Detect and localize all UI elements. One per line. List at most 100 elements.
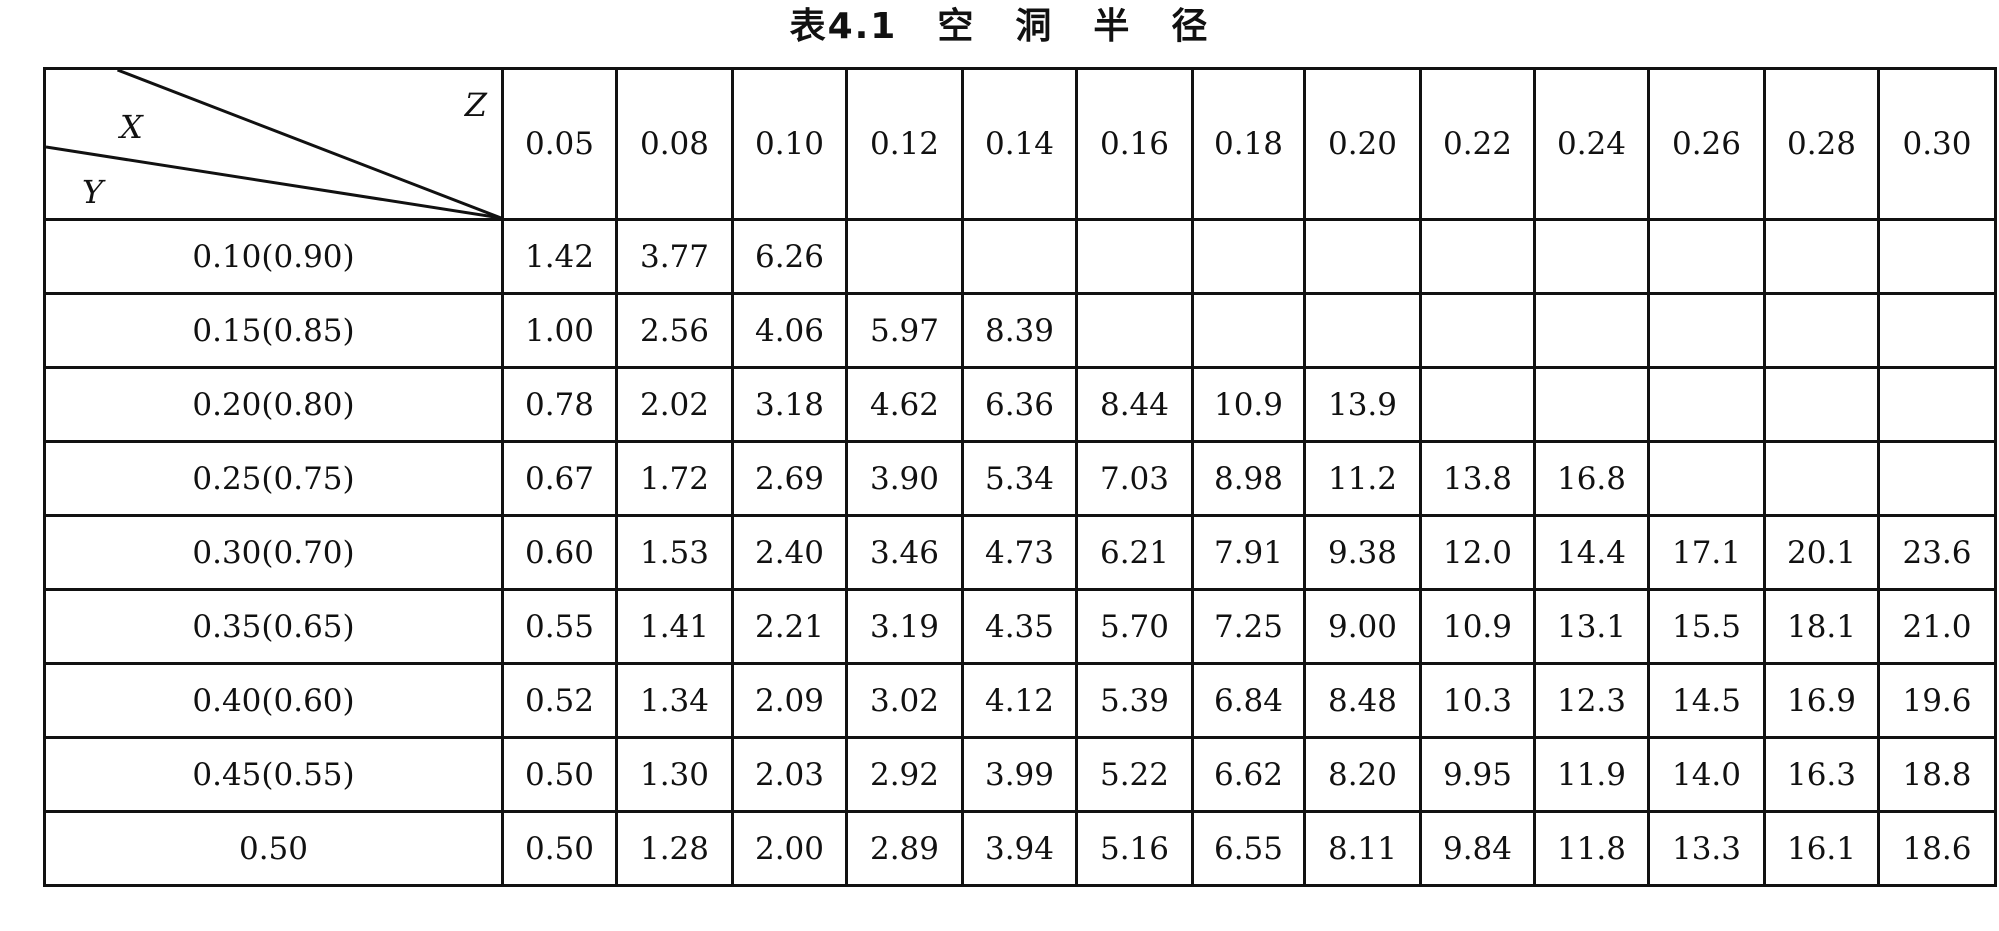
- column-header: 0.20: [1303, 67, 1422, 221]
- table-row: 0.40(0.60) 0.52 1.34 2.09 3.02 4.12 5.39 6.84 8.…: [43, 662, 1997, 739]
- table-cell: 9.00: [1303, 588, 1422, 665]
- table-cell: 0.50: [501, 736, 618, 813]
- table-cell: 8.39: [961, 292, 1078, 369]
- column-header: 0.14: [961, 67, 1078, 221]
- table-cell: 6.21: [1075, 514, 1194, 591]
- table-cell: 5.39: [1075, 662, 1194, 739]
- table-title: 表4.1 空洞半径: [0, 0, 1999, 58]
- z-axis-label: Z: [464, 86, 487, 124]
- column-header: 0.18: [1191, 67, 1306, 221]
- table-cell: 7.03: [1075, 440, 1194, 517]
- table-cell: 16.8: [1533, 440, 1650, 517]
- table-cell: 2.09: [731, 662, 848, 739]
- table-cell: [1075, 292, 1194, 369]
- table-cell: 1.00: [501, 292, 618, 369]
- table-row: 0.15(0.85) 1.00 2.56 4.06 5.97 8.39: [43, 292, 1997, 369]
- table-body: Z X Y 0.05 0.08 0.10 0.12 0.14 0.16 0.18 0.20 0.…: [43, 67, 1997, 887]
- table-cell: 16.3: [1763, 736, 1880, 813]
- column-header: 0.28: [1763, 67, 1880, 221]
- table-cell: 7.25: [1191, 588, 1306, 665]
- title-word: 径: [1171, 6, 1210, 47]
- table-cell: 15.5: [1647, 588, 1766, 665]
- table-cell: [1419, 218, 1536, 295]
- row-label: 0.20(0.80): [43, 366, 504, 443]
- row-label: 0.25(0.75): [43, 440, 504, 517]
- table-cell: 5.97: [845, 292, 964, 369]
- table-cell: 0.55: [501, 588, 618, 665]
- table-cell: 2.02: [615, 366, 734, 443]
- table-row: 0.35(0.65) 0.55 1.41 2.21 3.19 4.35 5.70 7.25 9.…: [43, 588, 1997, 665]
- table-cell: 12.3: [1533, 662, 1650, 739]
- table-cell: 11.9: [1533, 736, 1650, 813]
- column-header: 0.08: [615, 67, 734, 221]
- diagonal-header-cell: Z X Y: [43, 67, 504, 221]
- x-axis-label: X: [120, 108, 143, 146]
- table-cell: 2.69: [731, 440, 848, 517]
- table-cell: 9.38: [1303, 514, 1422, 591]
- table-cell: 4.62: [845, 366, 964, 443]
- table-cell: 0.60: [501, 514, 618, 591]
- table-row: 0.20(0.80) 0.78 2.02 3.18 4.62 6.36 8.44 10.9 13…: [43, 366, 1997, 443]
- table-cell: 6.84: [1191, 662, 1306, 739]
- table-cell: [1877, 292, 1997, 369]
- column-header: 0.22: [1419, 67, 1536, 221]
- table-cell: [1303, 292, 1422, 369]
- table-cell: 5.16: [1075, 810, 1194, 887]
- row-label: 0.35(0.65): [43, 588, 504, 665]
- row-label: 0.30(0.70): [43, 514, 504, 591]
- cavity-radius-table: Z X Y 0.05 0.08 0.10 0.12 0.14 0.16 0.18 0.20 0.…: [43, 67, 1997, 887]
- diagonal-lines: [47, 71, 500, 217]
- column-header: 0.05: [501, 67, 618, 221]
- table-cell: 13.9: [1303, 366, 1422, 443]
- table-cell: 13.8: [1419, 440, 1536, 517]
- table-cell: 5.70: [1075, 588, 1194, 665]
- table-cell: [1419, 292, 1536, 369]
- table-cell: 21.0: [1877, 588, 1997, 665]
- table-cell: 9.84: [1419, 810, 1536, 887]
- table-cell: 0.78: [501, 366, 618, 443]
- table-cell: 6.62: [1191, 736, 1306, 813]
- table-cell: 0.67: [501, 440, 618, 517]
- table-cell: 6.55: [1191, 810, 1306, 887]
- table-number: 表4.1: [789, 6, 898, 47]
- table-cell: 4.06: [731, 292, 848, 369]
- table-cell: 3.94: [961, 810, 1078, 887]
- table-row: 0.50 0.50 1.28 2.00 2.89 3.94 5.16 6.55 8.11 9.84…: [43, 810, 1997, 887]
- row-label: 0.50: [43, 810, 504, 887]
- table-cell: 14.5: [1647, 662, 1766, 739]
- table-cell: 13.3: [1647, 810, 1766, 887]
- table-cell: 2.92: [845, 736, 964, 813]
- table-cell: 1.34: [615, 662, 734, 739]
- table-cell: [1763, 292, 1880, 369]
- table-cell: 10.9: [1191, 366, 1306, 443]
- table-cell: 5.34: [961, 440, 1078, 517]
- table-cell: [845, 218, 964, 295]
- table-cell: 2.00: [731, 810, 848, 887]
- table-cell: 2.40: [731, 514, 848, 591]
- table-cell: 0.52: [501, 662, 618, 739]
- table-cell: 2.56: [615, 292, 734, 369]
- row-label: 0.45(0.55): [43, 736, 504, 813]
- table-cell: 11.2: [1303, 440, 1422, 517]
- column-header: 0.24: [1533, 67, 1650, 221]
- table-cell: 1.28: [615, 810, 734, 887]
- title-word: 空: [937, 6, 976, 47]
- table-cell: 4.12: [961, 662, 1078, 739]
- table-cell: [1191, 292, 1306, 369]
- column-header: 0.10: [731, 67, 848, 221]
- table-cell: 6.36: [961, 366, 1078, 443]
- table-cell: 18.8: [1877, 736, 1997, 813]
- table-cell: [1533, 218, 1650, 295]
- table-cell: 12.0: [1419, 514, 1536, 591]
- header-row: Z X Y 0.05 0.08 0.10 0.12 0.14 0.16 0.18 0.20 0.…: [43, 67, 1997, 221]
- table-cell: [961, 218, 1078, 295]
- table-cell: 1.30: [615, 736, 734, 813]
- table-cell: 3.90: [845, 440, 964, 517]
- table-cell: [1191, 218, 1306, 295]
- table-cell: 3.02: [845, 662, 964, 739]
- table-cell: 3.18: [731, 366, 848, 443]
- row-label: 0.10(0.90): [43, 218, 504, 295]
- table-cell: [1877, 366, 1997, 443]
- title-word: 半: [1093, 6, 1132, 47]
- table-cell: 8.11: [1303, 810, 1422, 887]
